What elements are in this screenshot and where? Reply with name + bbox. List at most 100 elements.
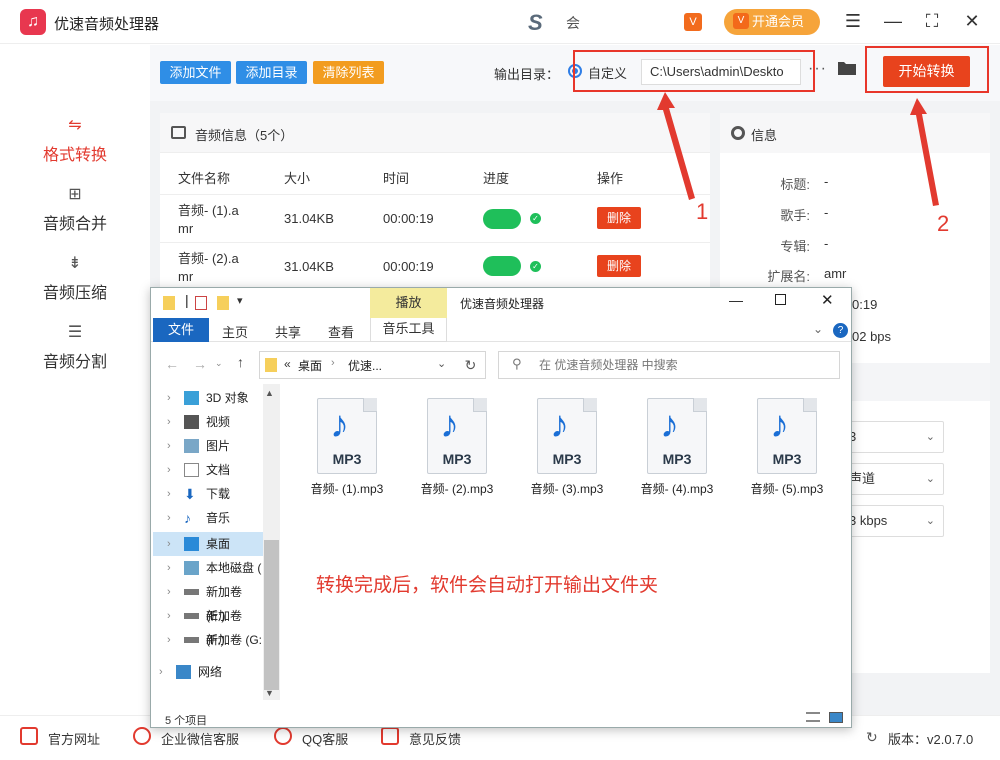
tree-item-downloads[interactable]: › ⬇ 下载 xyxy=(151,482,263,506)
explorer-close-icon[interactable]: ✕ xyxy=(821,291,834,309)
maximize-icon[interactable]: ⛶ xyxy=(921,10,943,32)
bitrate-select[interactable]: 3 kbps ⌄ xyxy=(838,505,944,537)
expand-icon[interactable]: › xyxy=(167,532,171,556)
clear-list-button[interactable]: 清除列表 xyxy=(313,61,384,84)
tree-item-3d-objects[interactable]: › 3D 对象 xyxy=(151,386,263,410)
version-icon: ↻ xyxy=(866,729,878,745)
tree-item-music[interactable]: › ♪ 音乐 xyxy=(151,506,263,530)
file-item[interactable]: ♪ MP3 音频- (4).mp3 xyxy=(632,398,722,498)
tab-home[interactable]: 主页 xyxy=(222,322,248,341)
add-file-button[interactable]: 添加文件 xyxy=(160,61,231,84)
channel-select[interactable]: 声道 ⌄ xyxy=(838,463,944,495)
sidebar-item-compress[interactable]: ⇟ 音频压缩 xyxy=(0,253,150,313)
tree-item-drive-g[interactable]: › 新加卷 (G: xyxy=(151,628,263,652)
recent-dropdown-icon[interactable]: ⌄ xyxy=(215,358,223,369)
expand-icon[interactable]: › xyxy=(167,556,171,580)
sidebar-item-label: 音频分割 xyxy=(42,354,107,371)
tab-file[interactable]: 文件 xyxy=(153,318,209,342)
footer-link-qq[interactable]: QQ客服 xyxy=(302,729,348,748)
expand-icon[interactable]: › xyxy=(167,386,171,410)
properties-icon[interactable] xyxy=(195,296,207,310)
app-title: 优速音频处理器 xyxy=(54,16,160,33)
tree-item-pictures[interactable]: › 图片 xyxy=(151,434,263,458)
refresh-icon[interactable]: ↻ xyxy=(456,351,486,379)
merge-icon: ⊞ xyxy=(68,186,82,203)
file-item[interactable]: ♪ MP3 音频- (2).mp3 xyxy=(412,398,502,498)
mp3-file-icon: ♪ MP3 xyxy=(427,398,487,474)
vip-button[interactable]: V 开通会员 xyxy=(724,9,820,35)
file-name: 音频- (4).mp3 xyxy=(640,482,714,496)
tree-item-network[interactable]: › 网络 xyxy=(143,660,255,684)
footer-link-wechat[interactable]: 企业微信客服 xyxy=(161,729,239,748)
add-directory-button[interactable]: 添加目录 xyxy=(236,61,307,84)
more-options-icon[interactable]: ··· xyxy=(808,60,827,78)
footer-link-feedback[interactable]: 意见反馈 xyxy=(409,729,461,748)
expand-icon[interactable]: › xyxy=(167,580,171,604)
tree-item-local-disk[interactable]: › 本地磁盘 ( xyxy=(151,556,263,580)
large-icons-view-icon[interactable] xyxy=(829,712,843,723)
info-val-bitrate: 02 bps xyxy=(852,329,892,344)
explorer-minimize-icon[interactable]: — xyxy=(729,292,743,308)
tree-item-documents[interactable]: › 文档 xyxy=(151,458,263,482)
breadcrumb-desktop[interactable]: 桌面 xyxy=(298,357,322,374)
expand-icon[interactable]: › xyxy=(167,482,171,506)
sidebar-item-merge[interactable]: ⊞ 音频合并 xyxy=(0,184,150,244)
search-input[interactable]: 在 优速音频处理器 中搜索 xyxy=(498,351,840,379)
expand-ribbon-icon[interactable]: ⌄ xyxy=(813,322,823,336)
expand-icon[interactable]: › xyxy=(167,506,171,530)
up-icon[interactable]: ↑ xyxy=(237,354,244,370)
play-context-tab[interactable]: 播放 xyxy=(370,288,447,318)
vip-badge-icon[interactable]: V xyxy=(684,13,702,31)
file-item[interactable]: ♪ MP3 音频- (3).mp3 xyxy=(522,398,612,498)
expand-icon[interactable]: › xyxy=(167,628,171,652)
expand-icon[interactable]: › xyxy=(167,434,171,458)
row2-delete-button[interactable]: 删除 xyxy=(597,255,641,277)
sidebar-item-label: 音频压缩 xyxy=(42,285,107,302)
tab-view[interactable]: 查看 xyxy=(328,322,354,341)
footer-link-website[interactable]: 官方网址 xyxy=(48,729,100,748)
select-value: 声道 xyxy=(849,471,876,486)
tree-item-drive-e[interactable]: › 新加卷 (E:) xyxy=(151,580,263,623)
tab-share[interactable]: 共享 xyxy=(275,322,301,341)
forward-icon[interactable]: → xyxy=(193,356,207,372)
col-size: 大小 xyxy=(284,171,311,186)
scroll-down-icon[interactable]: ▼ xyxy=(265,688,274,698)
menu-icon[interactable]: ☰ xyxy=(842,10,864,32)
explorer-maximize-icon[interactable] xyxy=(775,294,786,305)
details-view-icon[interactable] xyxy=(806,712,820,722)
new-folder-icon[interactable] xyxy=(217,296,229,310)
minimize-icon[interactable]: — xyxy=(882,10,904,32)
expand-icon[interactable]: › xyxy=(167,410,171,434)
back-icon[interactable]: ← xyxy=(165,356,179,372)
breadcrumb-folder[interactable]: 优速... xyxy=(348,357,382,374)
file-item[interactable]: ♪ MP3 音频- (5).mp3 xyxy=(742,398,832,498)
tree-item-desktop[interactable]: › 桌面 xyxy=(151,532,263,556)
chevron-down-icon: ⌄ xyxy=(925,515,935,527)
app-logo-icon: ♫ xyxy=(20,9,46,35)
address-overflow[interactable]: « xyxy=(284,357,291,371)
user-name[interactable]: 会 xyxy=(566,13,580,33)
sidebar-item-split[interactable]: ☰ 音频分割 xyxy=(0,322,150,382)
mp3-file-icon: ♪ MP3 xyxy=(757,398,817,474)
help-icon[interactable]: ? xyxy=(833,323,848,338)
scrollbar-thumb[interactable] xyxy=(264,540,279,690)
expand-icon[interactable]: › xyxy=(159,660,163,684)
tab-music-tools[interactable]: 音乐工具 xyxy=(370,318,447,342)
tree-item-video[interactable]: › 视频 xyxy=(151,410,263,434)
scroll-up-icon[interactable]: ▲ xyxy=(265,388,274,398)
expand-icon[interactable]: › xyxy=(167,604,171,628)
close-icon[interactable]: ✕ xyxy=(961,10,983,32)
mp3-file-icon: ♪ MP3 xyxy=(647,398,707,474)
open-folder-icon[interactable] xyxy=(837,60,857,76)
sidebar-item-format-convert[interactable]: ⇋ 格式转换 xyxy=(0,115,150,175)
format-select[interactable]: 3 ⌄ xyxy=(838,421,944,453)
tree-item-drive-f[interactable]: › 新加卷 (F:) xyxy=(151,604,263,647)
customize-dropdown-icon[interactable]: ▾ xyxy=(237,294,243,307)
address-dropdown-icon[interactable]: ⌄ xyxy=(437,357,446,370)
audio-list-title: 音频信息（5个） xyxy=(195,128,294,143)
row1-delete-button[interactable]: 删除 xyxy=(597,207,641,229)
file-item[interactable]: ♪ MP3 音频- (1).mp3 xyxy=(302,398,392,498)
row1-name-1: 音频- (1).a xyxy=(178,203,239,218)
expand-icon[interactable]: › xyxy=(167,458,171,482)
network-icon xyxy=(176,665,191,679)
